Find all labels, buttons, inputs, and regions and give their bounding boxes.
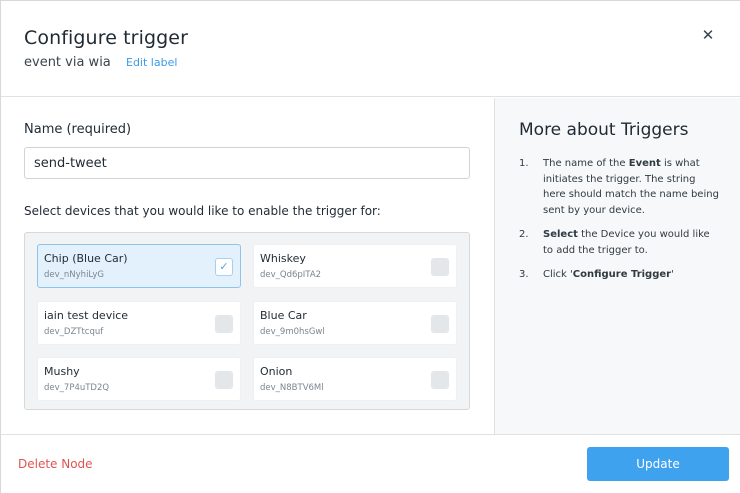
device-id: dev_N8BTV6Ml xyxy=(260,383,324,393)
device-id: dev_Qd6pITA2 xyxy=(260,270,322,280)
device-name: Blue Car xyxy=(260,309,307,322)
step-emphasis: Select xyxy=(543,229,578,240)
modal-footer: Delete Node Update xyxy=(1,434,740,493)
step-text: ' xyxy=(671,269,674,280)
device-checkbox-checked[interactable]: ✓ xyxy=(215,258,233,276)
step-number: 2. xyxy=(519,229,529,240)
modal-subtitle: event via wia xyxy=(24,55,111,70)
device-card[interactable]: Chip (Blue Car) dev_nNyhiLyG ✓ xyxy=(37,244,241,288)
device-grid: Chip (Blue Car) dev_nNyhiLyG ✓ Whiskey dev_Q… xyxy=(24,232,470,410)
name-input[interactable] xyxy=(24,147,470,179)
select-devices-label: Select devices that you would like to en… xyxy=(24,204,381,218)
help-step: 2. Select the Device you would like to ad… xyxy=(519,227,719,258)
step-emphasis: Event xyxy=(628,158,661,169)
device-name: Mushy xyxy=(44,365,80,378)
name-label: Name (required) xyxy=(24,122,132,137)
help-step: 1. The name of the Event is what initiate… xyxy=(519,156,719,218)
device-card[interactable]: Whiskey dev_Qd6pITA2 xyxy=(253,244,457,288)
step-emphasis: Configure Trigger xyxy=(572,269,672,280)
device-card[interactable]: iain test device dev_DZTtcquf xyxy=(37,301,241,345)
device-name: Onion xyxy=(260,365,293,378)
sidebar-title: More about Triggers xyxy=(519,120,689,140)
device-name: iain test device xyxy=(44,309,129,322)
device-id: dev_DZTtcquf xyxy=(44,327,104,337)
device-checkbox[interactable] xyxy=(431,315,449,333)
trigger-form: Name (required) Select devices that you … xyxy=(1,98,493,434)
edit-label-link[interactable]: Edit label xyxy=(126,56,177,69)
device-card[interactable]: Blue Car dev_9m0hsGwl xyxy=(253,301,457,345)
device-id: dev_9m0hsGwl xyxy=(260,327,325,337)
delete-node-button[interactable]: Delete Node xyxy=(18,457,93,471)
device-card[interactable]: Onion dev_N8BTV6Ml xyxy=(253,357,457,401)
device-id: dev_nNyhiLyG xyxy=(44,270,105,280)
device-checkbox[interactable] xyxy=(215,315,233,333)
device-checkbox[interactable] xyxy=(431,371,449,389)
step-text: The name of the xyxy=(543,158,629,169)
configure-trigger-modal: Configure trigger event via wia Edit lab… xyxy=(0,0,740,493)
check-icon: ✓ xyxy=(219,260,229,273)
close-icon[interactable]: ✕ xyxy=(700,27,716,43)
steps-list: 1. The name of the Event is what initiate… xyxy=(519,156,719,292)
help-step: 3. Click 'Configure Trigger' xyxy=(519,267,719,283)
device-checkbox[interactable] xyxy=(431,258,449,276)
device-name: Chip (Blue Car) xyxy=(44,252,128,265)
device-checkbox[interactable] xyxy=(215,371,233,389)
modal-header: Configure trigger event via wia Edit lab… xyxy=(1,1,740,97)
step-text: Click ' xyxy=(543,269,573,280)
device-id: dev_7P4uTD2Q xyxy=(44,383,110,393)
help-sidebar: More about Triggers 1. The name of the Ev… xyxy=(494,98,740,434)
modal-title: Configure trigger xyxy=(24,27,188,49)
device-name: Whiskey xyxy=(260,252,306,265)
step-number: 3. xyxy=(519,269,529,280)
step-number: 1. xyxy=(519,158,529,169)
update-button[interactable]: Update xyxy=(587,447,729,481)
device-card[interactable]: Mushy dev_7P4uTD2Q xyxy=(37,357,241,401)
